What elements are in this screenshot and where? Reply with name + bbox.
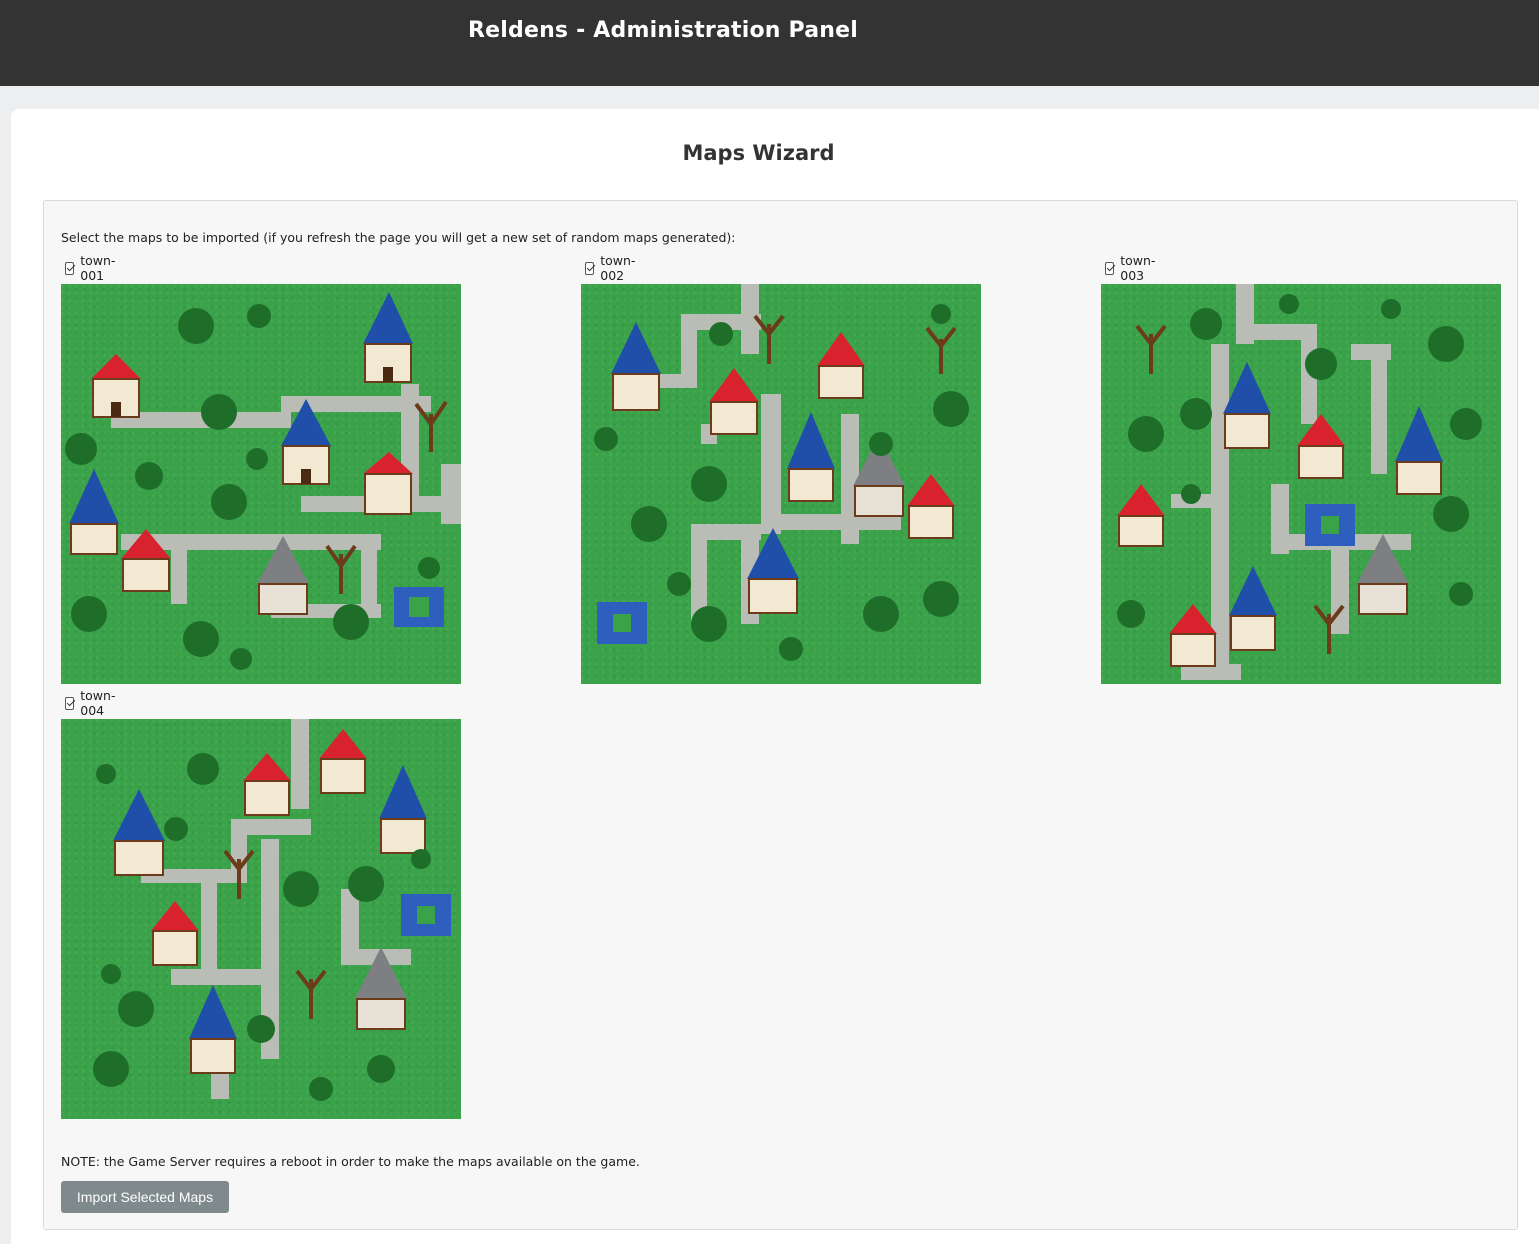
map-checkbox[interactable] [65, 261, 75, 275]
map-checkbox[interactable] [65, 696, 75, 710]
map-checkbox-label[interactable]: town-003 [1101, 253, 1159, 283]
map-checkbox-label[interactable]: town-001 [61, 253, 119, 283]
map-preview [1101, 284, 1501, 684]
map-name: town-002 [600, 253, 636, 283]
map-checkbox-label[interactable]: town-004 [61, 688, 119, 718]
map-preview [61, 719, 461, 1119]
app-title: Reldens - Administration Panel [468, 18, 859, 43]
map-checkbox[interactable] [585, 261, 595, 275]
map-checkbox[interactable] [1105, 261, 1115, 275]
page-title: Maps Wizard [682, 141, 835, 165]
reboot-note: NOTE: the Game Server requires a reboot … [61, 1154, 640, 1169]
map-checkbox-label[interactable]: town-002 [581, 253, 639, 283]
map-name: town-001 [80, 253, 116, 283]
top-bar: Reldens - Administration Panel [0, 0, 1539, 86]
map-preview [61, 284, 461, 684]
wizard-panel: Select the maps to be imported (if you r… [43, 200, 1518, 1230]
map-name: town-003 [1120, 253, 1156, 283]
map-name: town-004 [80, 688, 116, 718]
import-selected-maps-button[interactable]: Import Selected Maps [61, 1181, 229, 1213]
instructions-text: Select the maps to be imported (if you r… [61, 230, 736, 245]
map-preview [581, 284, 981, 684]
